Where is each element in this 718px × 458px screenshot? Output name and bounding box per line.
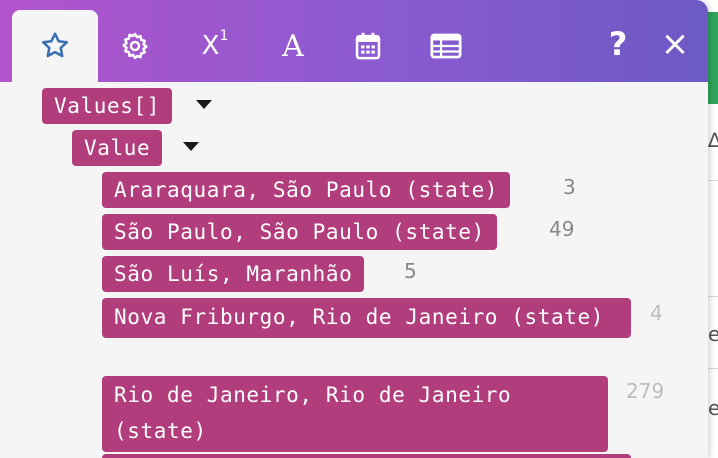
tree-item[interactable]: Nova Friburgo, Rio de Janeiro (state)	[102, 298, 631, 338]
item-count: 3	[563, 175, 576, 199]
tab-calendar[interactable]	[325, 10, 411, 82]
tab-font[interactable]: A	[250, 10, 336, 82]
tree-item[interactable]: Rio de Janeiro, Rio de Janeiro (state)	[102, 376, 608, 452]
tree-item[interactable]: São Paulo, São Paulo (state)	[102, 214, 497, 250]
table-icon	[430, 33, 462, 59]
star-icon	[42, 32, 68, 58]
close-button[interactable]: ×	[657, 22, 693, 66]
tree-item[interactable]	[102, 454, 631, 458]
item-count: 4	[650, 301, 663, 325]
background-text: e	[708, 396, 718, 420]
item-count: 5	[404, 259, 417, 283]
tab-superscript[interactable]: X1	[172, 10, 258, 82]
tree-node-value[interactable]: Value	[72, 130, 163, 166]
background-text: e	[708, 322, 718, 346]
superscript-icon: X1	[201, 28, 229, 61]
tree-node-values[interactable]: Values[]	[42, 88, 172, 124]
tab-favorites[interactable]	[12, 10, 98, 82]
font-icon: A	[282, 28, 304, 64]
tab-table[interactable]	[403, 10, 489, 82]
help-icon: ?	[608, 25, 628, 63]
item-count: 49	[549, 217, 575, 241]
tab-settings[interactable]	[92, 10, 178, 82]
help-button[interactable]: ?	[600, 22, 636, 66]
gear-icon	[122, 32, 148, 60]
tree-item[interactable]: Araraquara, São Paulo (state)	[102, 172, 511, 208]
background-text: ∆	[708, 128, 718, 152]
metadata-panel: X1 A ? × Values[] Value Araraquara, São …	[0, 0, 708, 458]
tree-item[interactable]: São Luís, Maranhão	[102, 256, 365, 292]
item-count: 279	[626, 379, 665, 403]
calendar-icon	[355, 32, 381, 60]
panel-toolbar: X1 A ? ×	[0, 0, 708, 82]
chevron-down-icon[interactable]	[183, 142, 199, 151]
chevron-down-icon[interactable]	[196, 100, 212, 109]
close-icon: ×	[660, 24, 690, 64]
